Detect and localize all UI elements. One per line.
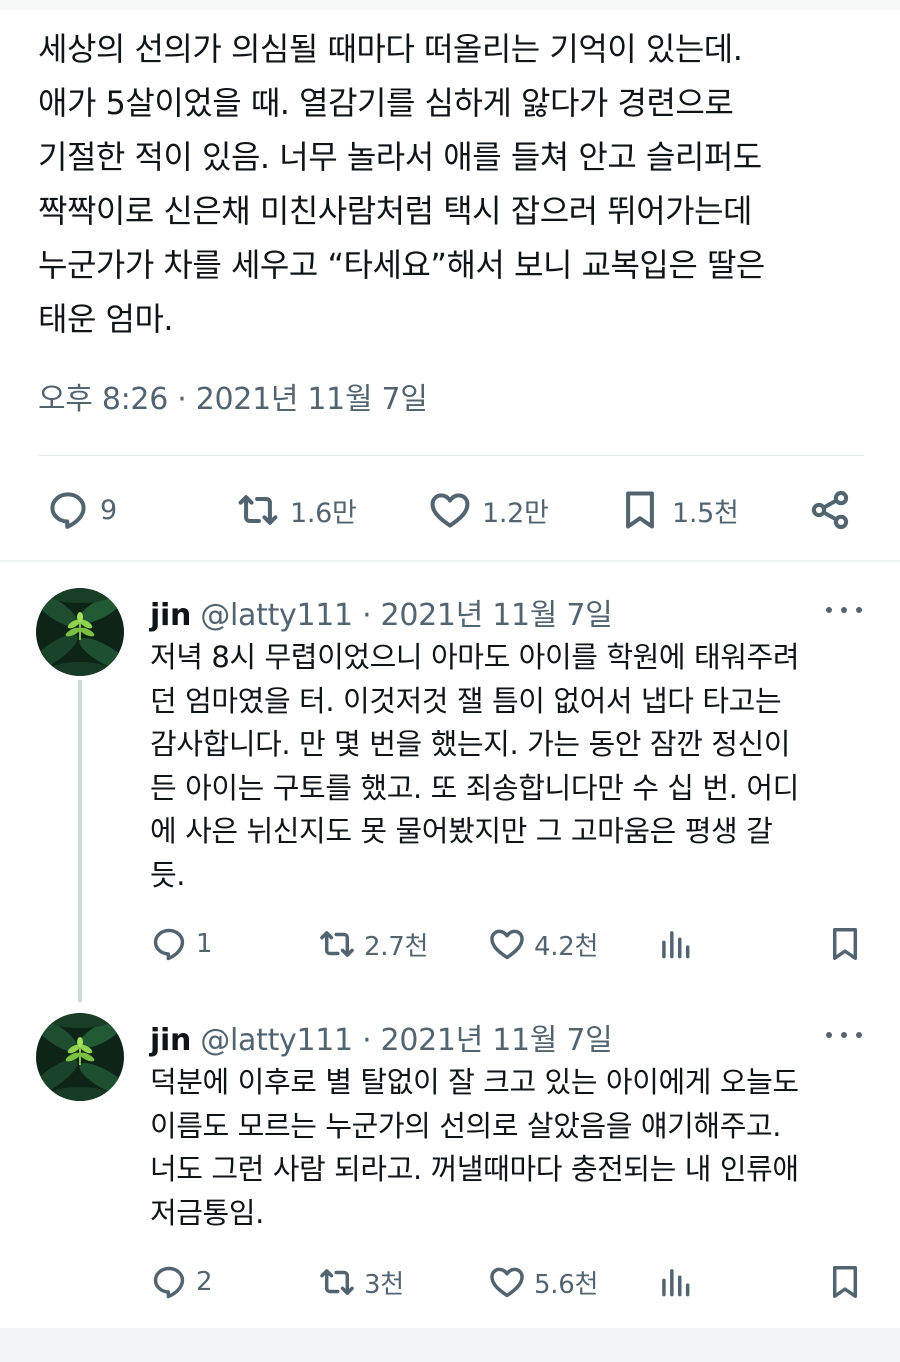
retweet-icon (238, 495, 278, 525)
share-icon (811, 490, 849, 530)
like-button[interactable]: 4.2천 (488, 925, 598, 963)
like-button[interactable]: 5.6천 (488, 1263, 598, 1301)
reply-count: 9 (100, 494, 117, 526)
top-strip (0, 0, 900, 10)
retweet-icon (320, 1269, 354, 1295)
more-button[interactable] (826, 600, 862, 620)
retweet-count: 1.6만 (290, 497, 357, 529)
reply-icon (153, 928, 185, 961)
avatar[interactable] (36, 1013, 124, 1101)
more-button[interactable] (826, 1025, 862, 1045)
retweet-button[interactable]: 3천 (318, 1263, 404, 1301)
bookmark-icon (626, 491, 654, 529)
reply-header: jin @latty111 · 2021년 11월 7일 (150, 590, 613, 634)
retweet-count: 3천 (364, 1269, 404, 1300)
bookmark-button[interactable] (826, 1263, 864, 1301)
reply-button[interactable]: 2 (150, 1263, 213, 1301)
reply-text: 저녁 8시 무렵이었으니 아마도 아이를 학원에 태워주려 던 엄마였을 터. … (150, 640, 800, 892)
bookmark-button[interactable] (826, 925, 864, 963)
reply-count: 1 (196, 929, 213, 959)
retweet-button[interactable]: 1.6만 (236, 488, 357, 532)
like-button[interactable]: 1.2만 (428, 488, 549, 532)
more-icon-dot (856, 607, 862, 613)
bookmark-count: 1.5천 (672, 497, 739, 529)
bottom-strip (0, 1328, 900, 1362)
reply-text: 덕분에 이후로 별 탈없이 잘 크고 있는 아이에게 오늘도 이름도 모르는 누… (150, 1065, 799, 1230)
more-icon (826, 1032, 832, 1038)
tweet-action-bar: 9 1.6만 1.2만 1.5천 (0, 480, 900, 540)
display-name[interactable]: jin (150, 1023, 191, 1058)
more-icon-dot (856, 1032, 862, 1038)
tweet-text: 세상의 선의가 의심될 때마다 떠올리는 기억이 있는데. 애가 5살이었을 때… (38, 30, 765, 338)
like-count: 5.6천 (534, 1269, 599, 1300)
views-icon (662, 1269, 690, 1297)
more-icon (826, 607, 832, 613)
tweet-timestamp[interactable]: 오후 8:26 · 2021년 11월 7일 (38, 374, 428, 418)
section-separator (0, 560, 900, 562)
retweet-icon (320, 931, 354, 957)
like-icon (490, 929, 524, 960)
reply-count: 2 (196, 1267, 213, 1297)
views-button[interactable] (656, 925, 694, 963)
like-icon (490, 1267, 524, 1298)
views-button[interactable] (656, 1263, 694, 1301)
more-icon-dot (841, 1032, 847, 1038)
reply-icon (153, 1266, 185, 1299)
divider (38, 455, 864, 456)
retweet-button[interactable]: 2.7천 (318, 925, 428, 963)
more-icon-dot (841, 607, 847, 613)
reply-button[interactable]: 9 (46, 488, 117, 532)
thread-line (78, 680, 82, 1002)
bookmark-icon (832, 928, 858, 960)
reply-button[interactable]: 1 (150, 925, 213, 963)
retweet-count: 2.7천 (364, 931, 429, 962)
like-icon (430, 493, 470, 528)
avatar[interactable] (36, 588, 124, 676)
views-icon (662, 931, 690, 959)
avatar-image (36, 588, 124, 676)
like-count: 4.2천 (534, 931, 599, 962)
avatar-image (36, 1013, 124, 1101)
reply-header: jin @latty111 · 2021년 11월 7일 (150, 1015, 613, 1059)
handle-and-date: @latty111 · 2021년 11월 7일 (200, 1023, 613, 1058)
reply-icon (50, 492, 86, 529)
bookmark-button[interactable]: 1.5천 (618, 488, 739, 532)
share-button[interactable] (808, 488, 852, 532)
like-count: 1.2만 (482, 497, 549, 529)
display-name[interactable]: jin (150, 598, 191, 633)
handle-and-date: @latty111 · 2021년 11월 7일 (200, 598, 613, 633)
bookmark-icon (832, 1266, 858, 1298)
